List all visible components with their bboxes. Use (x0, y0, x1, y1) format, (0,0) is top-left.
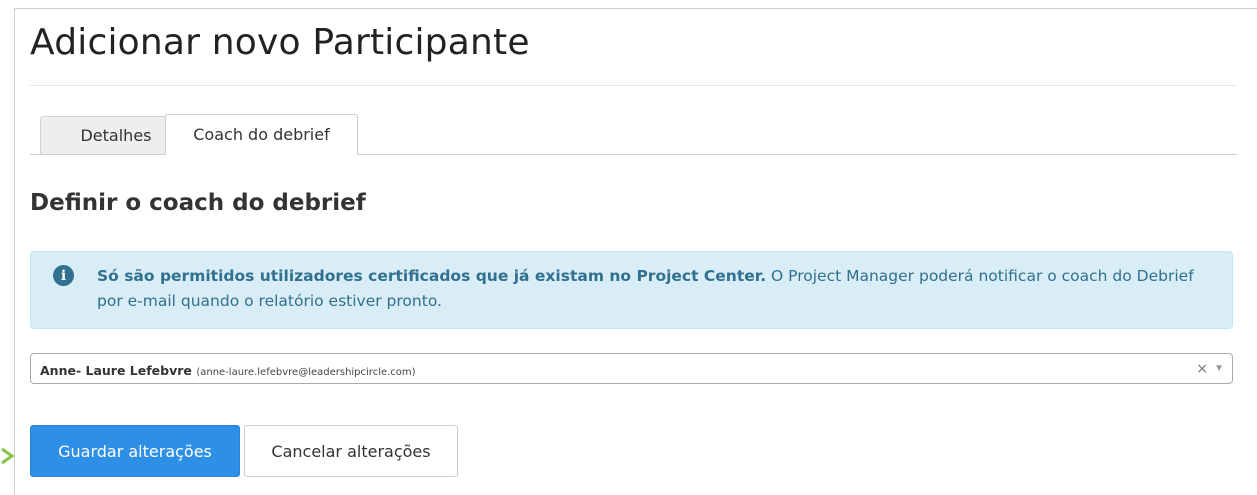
coach-select[interactable]: Anne- Laure Lefebvre (anne-laure.lefebvr… (30, 353, 1233, 384)
title-divider (30, 85, 1237, 86)
coach-email: (anne-laure.lefebvre@leadershipcircle.co… (196, 367, 416, 378)
info-icon: i (53, 265, 74, 286)
save-button[interactable]: Guardar alterações (30, 425, 240, 477)
cancel-button[interactable]: Cancelar alterações (244, 425, 458, 477)
coach-name: Anne- Laure Lefebvre (40, 363, 192, 378)
info-alert: i Só são permitidos utilizadores certifi… (30, 251, 1233, 329)
page-title: Adicionar novo Participante (30, 22, 530, 63)
chevron-down-icon[interactable]: ▼ (1214, 363, 1224, 374)
section-heading: Definir o coach do debrief (30, 190, 366, 216)
clear-icon[interactable]: × (1196, 361, 1208, 377)
tab-bar: Detalhes Coach do debrief (30, 114, 1237, 155)
coach-select-value: Anne- Laure Lefebvre (anne-laure.lefebvr… (40, 362, 416, 380)
alert-bold-text: Só são permitidos utilizadores certifica… (97, 267, 767, 285)
tab-coach-do-debrief[interactable]: Coach do debrief (165, 114, 358, 155)
pointer-arrow-icon (1, 447, 15, 465)
alert-message: Só são permitidos utilizadores certifica… (97, 264, 1217, 314)
